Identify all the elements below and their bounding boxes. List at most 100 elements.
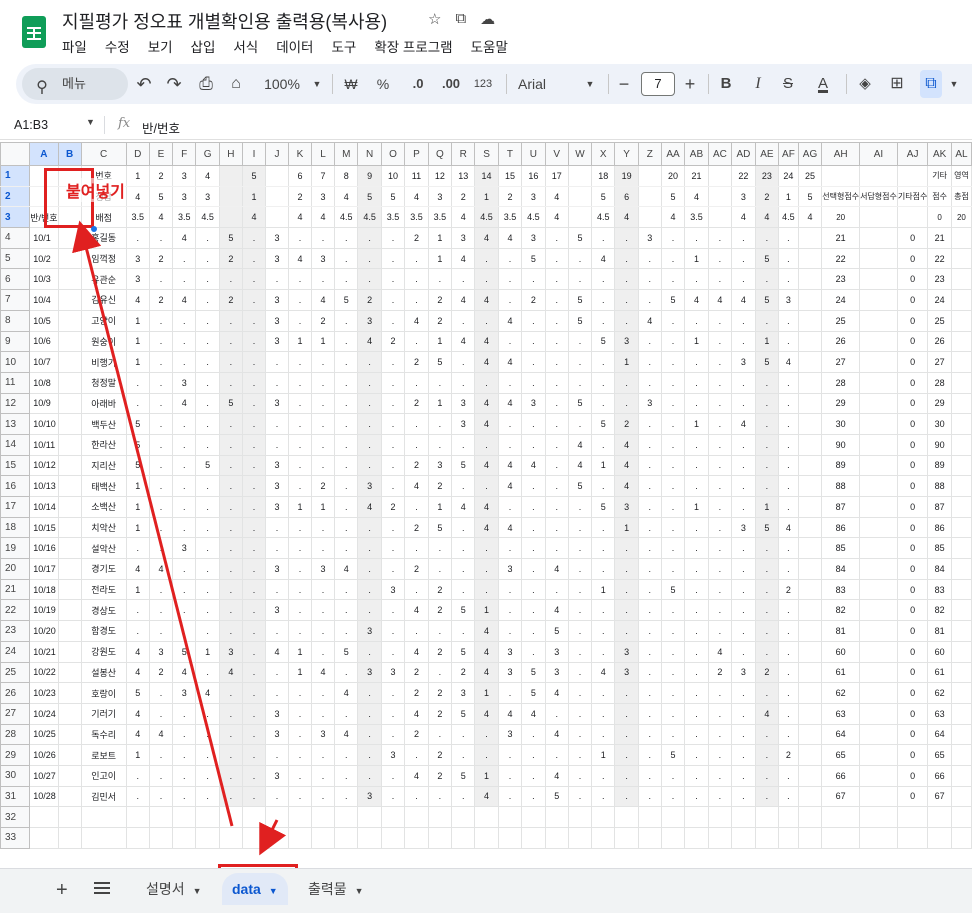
cell[interactable]: . <box>660 537 686 560</box>
cell[interactable]: . <box>754 433 780 456</box>
cell[interactable]: 22 <box>927 247 952 270</box>
cell[interactable]: 1 <box>427 330 453 353</box>
cell[interactable]: 22 <box>821 247 861 270</box>
cell[interactable]: . <box>591 620 616 642</box>
cell[interactable]: . <box>637 578 662 601</box>
cell[interactable]: . <box>172 496 197 518</box>
cell[interactable]: . <box>731 475 756 497</box>
cell[interactable]: 5 <box>754 351 780 373</box>
cell[interactable]: . <box>404 433 429 456</box>
column-header[interactable]: AE <box>754 142 780 166</box>
cell[interactable]: . <box>172 454 197 477</box>
cell[interactable]: 5 <box>218 227 243 249</box>
cell[interactable]: 4 <box>451 206 476 229</box>
cell[interactable]: . <box>754 578 780 601</box>
cell[interactable]: . <box>451 309 476 332</box>
cell[interactable]: 반/번호 <box>29 206 59 229</box>
cell[interactable]: . <box>544 309 569 332</box>
cell[interactable]: . <box>195 496 220 518</box>
menu-item[interactable]: 파일 <box>62 36 87 56</box>
cell[interactable]: 3 <box>264 309 289 332</box>
cell[interactable]: 1 <box>778 185 799 208</box>
cell[interactable] <box>148 827 174 849</box>
cell[interactable]: . <box>614 578 639 601</box>
cell[interactable]: . <box>357 682 382 704</box>
cell[interactable]: 3 <box>264 723 289 746</box>
cell[interactable]: 3 <box>731 661 756 684</box>
select-all-corner[interactable] <box>0 142 31 166</box>
cell[interactable]: 기러기 <box>80 702 127 725</box>
cell[interactable]: . <box>778 640 799 663</box>
cell[interactable]: 4 <box>497 475 523 497</box>
row-header[interactable]: 22 <box>0 599 31 622</box>
cell[interactable]: . <box>264 682 289 704</box>
cell[interactable]: . <box>707 682 733 704</box>
cell[interactable]: . <box>287 454 313 477</box>
cell[interactable] <box>707 806 733 828</box>
cell[interactable]: . <box>497 268 523 291</box>
cell[interactable]: . <box>148 682 174 704</box>
cell[interactable]: . <box>172 516 197 539</box>
cell[interactable]: 4 <box>474 496 499 518</box>
cell[interactable]: . <box>474 247 499 270</box>
cell[interactable]: . <box>218 496 243 518</box>
cell[interactable]: . <box>707 392 733 415</box>
cell[interactable] <box>797 785 823 808</box>
cell[interactable]: 0 <box>896 599 929 622</box>
cell[interactable]: 2 <box>148 247 174 270</box>
cell[interactable] <box>859 496 898 518</box>
cell[interactable] <box>172 806 197 828</box>
cell[interactable] <box>797 723 823 746</box>
cell[interactable]: 4 <box>474 289 499 311</box>
cell[interactable]: . <box>172 268 197 291</box>
cell[interactable]: 5 <box>591 185 616 208</box>
cell[interactable]: . <box>778 682 799 704</box>
row-header[interactable]: 10 <box>0 351 31 373</box>
cell[interactable] <box>591 806 616 828</box>
cell[interactable] <box>57 578 82 601</box>
cell[interactable]: 5 <box>125 413 150 435</box>
cell[interactable]: . <box>707 227 733 249</box>
cell[interactable]: . <box>474 475 499 497</box>
cell[interactable]: . <box>287 537 313 560</box>
cell[interactable]: . <box>287 723 313 746</box>
cell[interactable]: 3 <box>731 516 756 539</box>
decrease-font-size-button[interactable]: − <box>616 64 632 104</box>
cell[interactable]: 5 <box>451 454 476 477</box>
cell[interactable] <box>859 640 898 663</box>
cell[interactable]: . <box>497 433 523 456</box>
cell[interactable] <box>334 806 359 828</box>
cell[interactable]: 5 <box>754 289 780 311</box>
cell[interactable]: . <box>754 413 780 435</box>
cell[interactable]: . <box>287 620 313 642</box>
cell[interactable]: 0 <box>896 330 929 353</box>
cell[interactable]: . <box>707 723 733 746</box>
cell[interactable]: . <box>778 247 799 270</box>
cell[interactable]: 3 <box>497 640 523 663</box>
cell[interactable]: . <box>380 392 406 415</box>
cell[interactable]: . <box>684 351 709 373</box>
menu-item[interactable]: 보기 <box>148 36 173 56</box>
cell[interactable]: 4.5 <box>334 206 359 229</box>
cell[interactable]: . <box>754 599 780 622</box>
cell[interactable]: . <box>591 702 616 725</box>
cell[interactable]: 3 <box>172 371 197 394</box>
cell[interactable]: 4 <box>404 185 429 208</box>
cell[interactable]: . <box>357 640 382 663</box>
cell[interactable] <box>57 806 82 828</box>
star-icon[interactable]: ☆ <box>428 10 441 28</box>
cell[interactable]: . <box>125 785 150 808</box>
cell[interactable] <box>474 827 499 849</box>
cell[interactable]: 21 <box>927 227 952 249</box>
cell[interactable]: . <box>637 289 662 311</box>
cell[interactable]: 1 <box>591 744 616 766</box>
cell[interactable]: . <box>684 227 709 249</box>
cell[interactable]: 선택형점수 <box>821 185 861 208</box>
cell[interactable]: . <box>427 537 453 560</box>
cell[interactable]: 12 <box>427 165 453 187</box>
cell[interactable] <box>859 723 898 746</box>
cell[interactable]: . <box>591 227 616 249</box>
cell[interactable]: . <box>778 227 799 249</box>
cell[interactable]: . <box>637 702 662 725</box>
cell[interactable]: . <box>195 433 220 456</box>
